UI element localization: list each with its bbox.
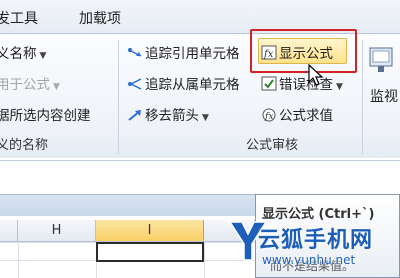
trace-precedents-icon (128, 48, 142, 57)
error-checking-button[interactable]: 错误检查 ▼ (261, 73, 343, 93)
watch-window-icon[interactable] (368, 46, 394, 76)
remove-arrows-icon (128, 110, 141, 121)
group-divider (118, 40, 119, 154)
tab-addins[interactable]: 加载项 (79, 8, 121, 28)
column-header-g[interactable] (0, 220, 18, 242)
use-in-formula-label: 用于公式 (0, 77, 50, 93)
dropdown-arrow-icon: ▼ (53, 82, 60, 92)
dropdown-arrow-icon: ▼ (39, 51, 47, 61)
group-divider (362, 40, 363, 154)
mouse-cursor-icon (308, 64, 324, 86)
tab-developer[interactable]: 发工具 (0, 8, 38, 28)
define-name-label: 义名称 (0, 46, 37, 62)
formula-auditing-group-label: 公式审核 (246, 138, 299, 153)
create-from-selection-button[interactable]: 据所选内容创建 (0, 104, 91, 124)
trace-precedents-label: 追踪引用单元格 (145, 46, 240, 62)
grid-line (204, 242, 205, 278)
selected-cell[interactable] (96, 242, 204, 262)
error-checking-label: 错误检查 (279, 77, 333, 93)
create-from-selection-label: 据所选内容创建 (0, 108, 91, 124)
trace-dependents-label: 追踪从属单元格 (145, 77, 240, 93)
trace-precedents-button[interactable]: 追踪引用单元格 (127, 42, 240, 62)
watch-window-label[interactable]: 监视 (370, 86, 398, 106)
watermark-brand: 云狐手机网 (258, 228, 374, 253)
column-i-label: I (147, 223, 152, 238)
remove-arrows-label: 移去箭头 (145, 108, 199, 124)
remove-arrows-button[interactable]: 移去箭头 ▼ (127, 104, 209, 124)
column-header-h[interactable]: H (18, 220, 96, 242)
dropdown-arrow-icon: ▼ (336, 82, 343, 92)
show-formulas-label: 显示公式 (279, 46, 333, 62)
watermark-url: www.yunhu.net (262, 253, 356, 267)
evaluate-formula-label: 公式求值 (279, 108, 333, 124)
use-in-formula-button[interactable]: 用于公式 ▼ (0, 73, 60, 93)
svg-text:fx: fx (264, 112, 273, 122)
column-header-i[interactable]: I (96, 220, 204, 242)
show-formulas-icon: fx (261, 45, 277, 60)
evaluate-formula-button[interactable]: fx 公式求值 (261, 104, 333, 124)
define-name-button[interactable]: 义名称 ▼ (0, 42, 46, 62)
evaluate-formula-icon: fx (262, 108, 276, 122)
error-checking-icon (261, 76, 277, 91)
column-h-label: H (51, 223, 62, 238)
trace-dependents-icon (128, 78, 142, 90)
formula-bar-area (0, 160, 400, 194)
trace-dependents-button[interactable]: 追踪从属单元格 (127, 73, 240, 93)
grid-line (18, 242, 19, 278)
show-formulas-button[interactable]: fx 显示公式 (261, 42, 333, 62)
defined-names-group-label: 义的名称 (0, 138, 49, 153)
dropdown-arrow-icon: ▼ (202, 113, 209, 123)
svg-text:fx: fx (263, 49, 274, 60)
